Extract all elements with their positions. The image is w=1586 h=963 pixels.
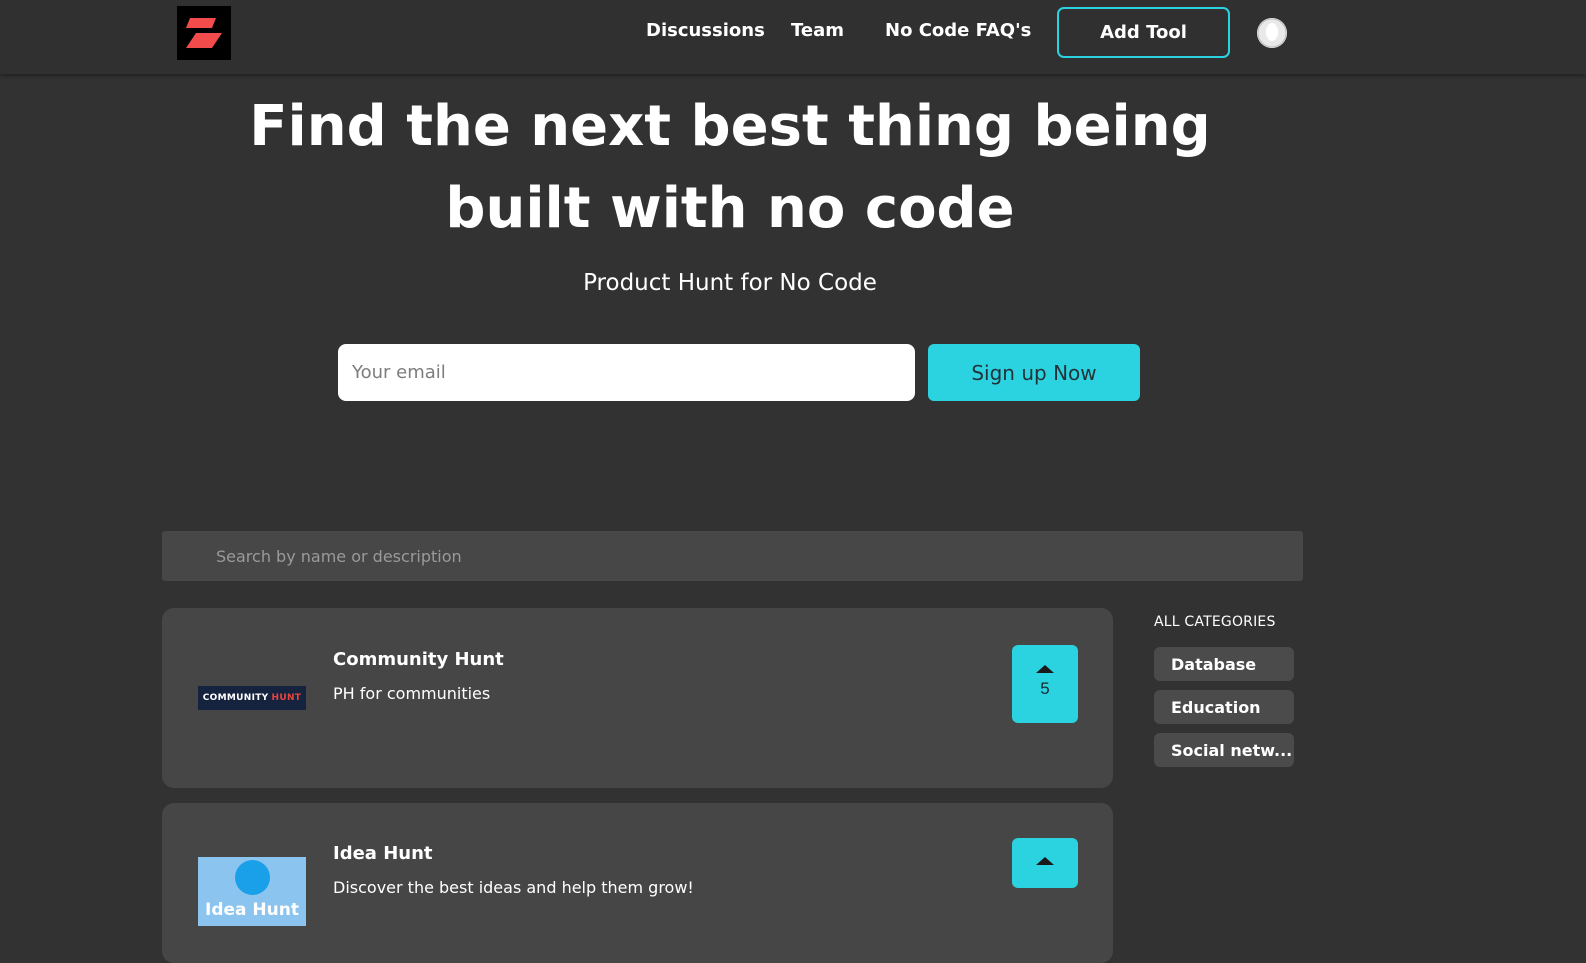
- logo-text-accent: HUNT: [271, 693, 302, 703]
- upvote-button[interactable]: 5: [1012, 645, 1078, 723]
- top-navbar: Discussions Team No Code FAQ's Add Tool: [0, 0, 1586, 74]
- category-education[interactable]: Education: [1154, 690, 1294, 724]
- logo-circle-icon: [235, 860, 270, 895]
- nav-team-link[interactable]: Team: [791, 20, 844, 41]
- upvote-count: 5: [1040, 679, 1050, 698]
- product-name[interactable]: Community Hunt: [333, 649, 504, 670]
- product-card[interactable]: COMMUNITY HUNT Community Hunt PH for com…: [162, 608, 1113, 788]
- product-description: PH for communities: [333, 684, 491, 703]
- logo-text: Idea Hunt: [205, 900, 299, 920]
- user-avatar-icon[interactable]: [1257, 18, 1287, 48]
- nav-faq-link[interactable]: No Code FAQ's: [885, 20, 1031, 41]
- hero-title: Find the next best thing being built wit…: [249, 94, 1211, 241]
- upvote-arrow-icon: [1036, 665, 1054, 673]
- product-description: Discover the best ideas and help them gr…: [333, 878, 694, 897]
- product-name[interactable]: Idea Hunt: [333, 843, 433, 864]
- brand-logo-glyph: [186, 18, 222, 48]
- category-social-network[interactable]: Social netw...: [1154, 733, 1294, 767]
- logo-text-main: COMMUNITY: [202, 693, 269, 703]
- user-silhouette-icon: [1257, 18, 1287, 48]
- hero-subtitle: Product Hunt for No Code: [583, 270, 877, 296]
- nav-discussions-link[interactable]: Discussions: [646, 20, 765, 41]
- category-database[interactable]: Database: [1154, 647, 1294, 681]
- upvote-button[interactable]: [1012, 838, 1078, 888]
- community-hunt-logo: COMMUNITY HUNT: [198, 686, 306, 710]
- search-input[interactable]: [162, 531, 1303, 581]
- idea-hunt-logo: Idea Hunt: [198, 857, 306, 926]
- email-input[interactable]: [338, 344, 915, 401]
- signup-button[interactable]: Sign up Now: [928, 344, 1140, 401]
- brand-logo-icon[interactable]: [177, 6, 231, 60]
- product-card[interactable]: Idea Hunt Idea Hunt Discover the best id…: [162, 803, 1113, 963]
- upvote-arrow-icon: [1036, 857, 1054, 865]
- add-tool-button[interactable]: Add Tool: [1057, 7, 1230, 58]
- categories-heading: ALL CATEGORIES: [1154, 614, 1276, 630]
